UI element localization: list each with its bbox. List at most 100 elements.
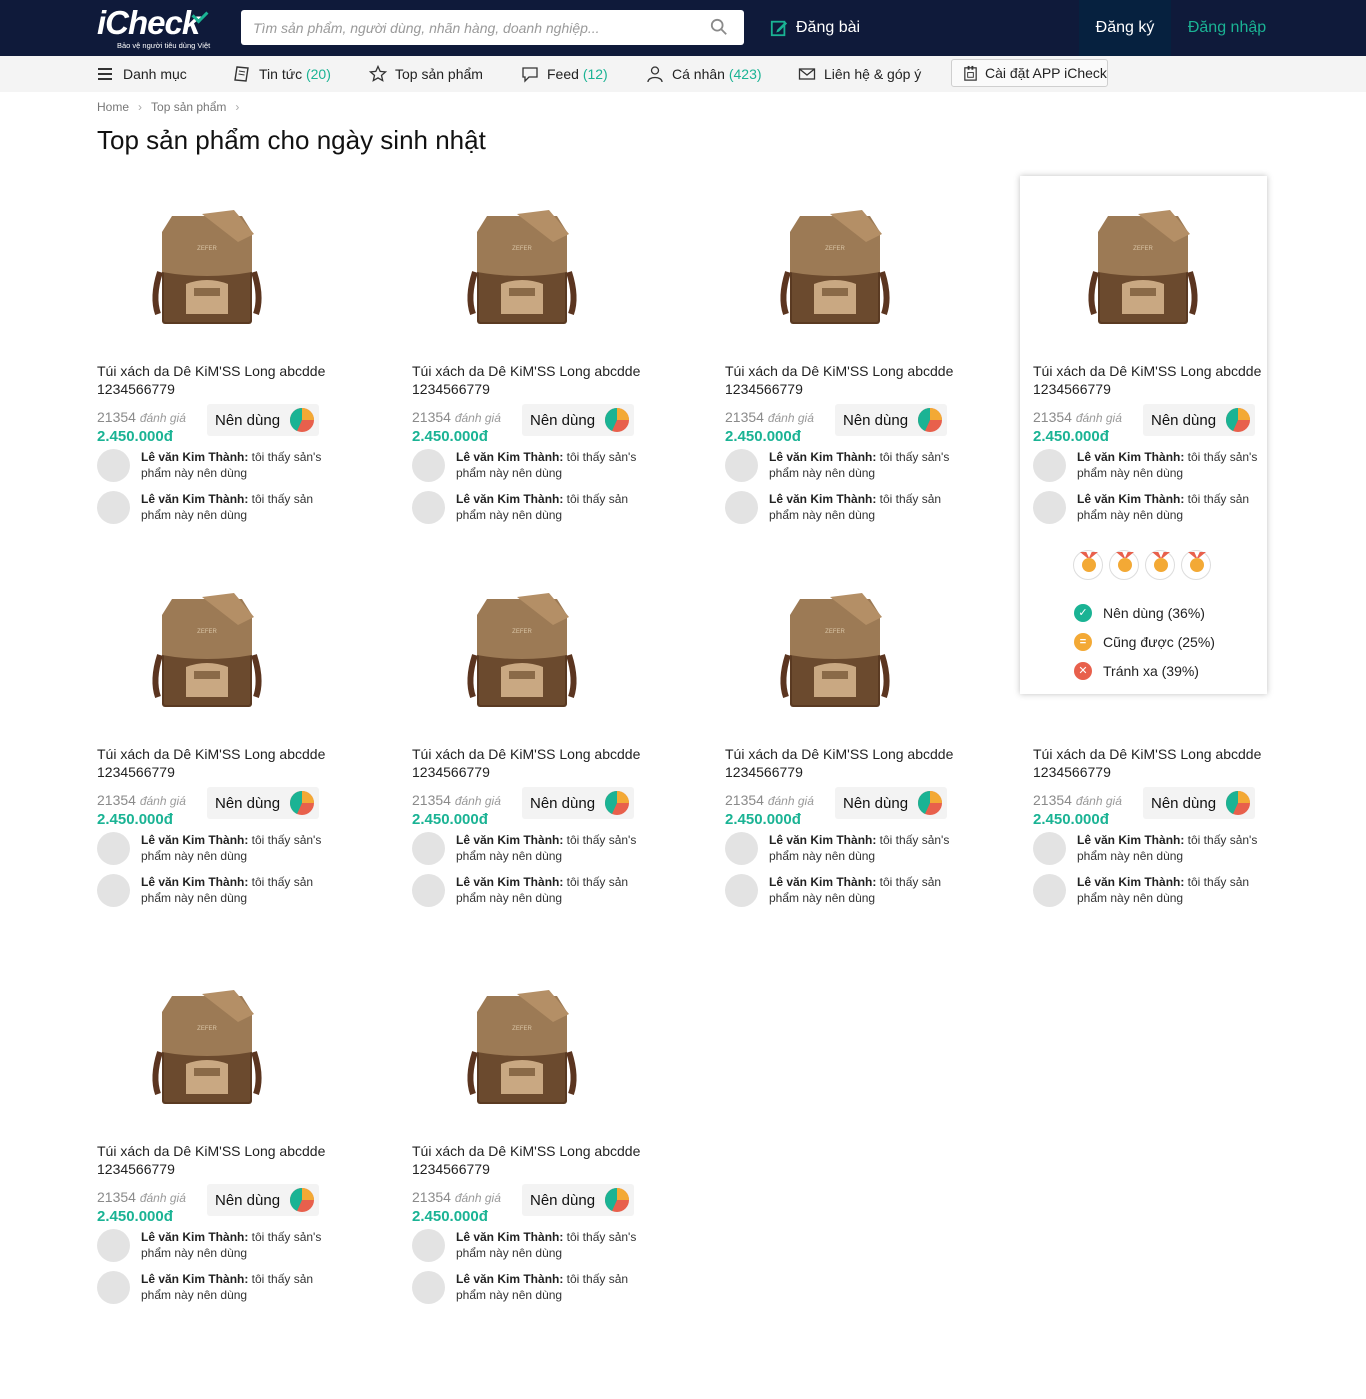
rating-count: 21354 đánh giá — [97, 409, 186, 425]
recommend-badge[interactable]: Nên dùng — [522, 1184, 634, 1216]
nav-category[interactable]: Danh mục — [97, 56, 187, 92]
recommend-badge[interactable]: Nên dùng — [522, 787, 634, 819]
rating-count: 21354 đánh giá — [412, 409, 501, 425]
recommend-badge[interactable]: Nên dùng — [835, 787, 947, 819]
breadcrumb-home[interactable]: Home — [97, 100, 129, 114]
star-icon — [369, 65, 387, 82]
product-name[interactable]: Túi xách da Dê KiM'SS Long abcdde 123456… — [97, 745, 327, 781]
avatar[interactable] — [412, 449, 445, 482]
avatar[interactable] — [1033, 832, 1066, 865]
product-name[interactable]: Túi xách da Dê KiM'SS Long abcdde 123456… — [412, 362, 642, 398]
product-image[interactable]: ZEFER — [457, 585, 587, 715]
avatar[interactable] — [725, 491, 758, 524]
product-card[interactable]: ZEFER Túi xách da Dê KiM'SS Long abcdde … — [412, 982, 642, 1322]
avatar[interactable] — [412, 1271, 445, 1304]
nav-news-label: Tin tức — [259, 66, 303, 82]
product-price: 2.450.000đ — [412, 428, 488, 445]
breadcrumb-current[interactable]: Top sản phẩm — [151, 100, 226, 114]
nav-feed[interactable]: Feed (12) — [521, 56, 608, 92]
product-image[interactable]: ZEFER — [142, 982, 272, 1112]
icheck-logo[interactable]: iCheck Bảo vệ người tiêu dùng Việt — [97, 4, 217, 52]
nav-contact[interactable]: Liên hệ & góp ý — [798, 56, 921, 92]
avatar[interactable] — [725, 874, 758, 907]
product-card[interactable]: ZEFER Túi xách da Dê KiM'SS Long abcdde … — [97, 202, 327, 542]
product-card[interactable]: ZEFER Túi xách da Dê KiM'SS Long abcdde … — [412, 585, 642, 925]
top-header: iCheck Bảo vệ người tiêu dùng Việt Đăng … — [0, 0, 1366, 56]
avatar[interactable] — [412, 1229, 445, 1262]
install-app-label: Cài đặt APP iCheck — [985, 65, 1107, 81]
install-app-button[interactable]: Cài đặt APP iCheck — [951, 59, 1108, 87]
product-card[interactable]: ZEFER Túi xách da Dê KiM'SS Long abcdde … — [412, 202, 642, 542]
rating-pie-icon — [604, 791, 629, 815]
recommend-badge[interactable]: Nên dùng — [1143, 787, 1255, 819]
review-item: Lê văn Kim Thành: tôi thấy sản phẩm này … — [412, 491, 642, 525]
avatar[interactable] — [97, 449, 130, 482]
product-name[interactable]: Túi xách da Dê KiM'SS Long abcdde 123456… — [1033, 362, 1263, 398]
avatar[interactable] — [97, 832, 130, 865]
recommend-badge-label: Nên dùng — [1151, 411, 1217, 429]
recommend-badge[interactable]: Nên dùng — [835, 404, 947, 436]
product-name[interactable]: Túi xách da Dê KiM'SS Long abcdde 123456… — [725, 745, 955, 781]
review-item: Lê văn Kim Thành: tôi thấy sản phẩm này … — [97, 1271, 327, 1305]
product-price: 2.450.000đ — [725, 811, 801, 828]
product-name[interactable]: Túi xách da Dê KiM'SS Long abcdde 123456… — [412, 1142, 642, 1178]
avatar[interactable] — [725, 832, 758, 865]
product-name[interactable]: Túi xách da Dê KiM'SS Long abcdde 123456… — [97, 1142, 327, 1178]
post-button[interactable]: Đăng bài — [770, 16, 860, 40]
review-text: Lê văn Kim Thành: tôi thấy sản's phẩm nà… — [141, 833, 322, 863]
avatar[interactable] — [97, 1271, 130, 1304]
login-button[interactable]: Đăng nhập — [1172, 0, 1282, 56]
product-image[interactable]: ZEFER — [142, 585, 272, 715]
nav-top-products-label: Top sản phẩm — [395, 66, 483, 82]
svg-text:ZEFER: ZEFER — [512, 1026, 532, 1032]
recommend-badge[interactable]: Nên dùng — [1143, 404, 1255, 436]
avatar[interactable] — [1033, 874, 1066, 907]
nav-news[interactable]: Tin tức (20) — [233, 56, 331, 92]
avatar[interactable] — [412, 874, 445, 907]
medal-row — [1073, 550, 1211, 580]
recommend-badge[interactable]: Nên dùng — [207, 404, 319, 436]
avatar[interactable] — [97, 1229, 130, 1262]
product-image[interactable]: ZEFER — [1078, 202, 1208, 332]
review-item: Lê văn Kim Thành: tôi thấy sản phẩm này … — [725, 491, 955, 525]
product-image[interactable]: ZEFER — [770, 585, 900, 715]
rating-pie-icon — [289, 408, 314, 432]
avatar[interactable] — [412, 491, 445, 524]
review-text: Lê văn Kim Thành: tôi thấy sản's phẩm nà… — [769, 833, 950, 863]
recommend-badge[interactable]: Nên dùng — [207, 787, 319, 819]
product-image[interactable]: ZEFER — [770, 202, 900, 332]
avatar[interactable] — [412, 832, 445, 865]
recommend-badge[interactable]: Nên dùng — [522, 404, 634, 436]
post-button-label: Đăng bài — [796, 19, 861, 36]
logo-tagline: Bảo vệ người tiêu dùng Việt — [117, 41, 211, 50]
product-card[interactable]: ZEFER Túi xách da Dê KiM'SS Long abcdde … — [725, 585, 955, 925]
avatar[interactable] — [1033, 449, 1066, 482]
product-card[interactable]: ZEFER Túi xách da Dê KiM'SS Long abcdde … — [97, 982, 327, 1322]
nav-contact-label: Liên hệ & góp ý — [824, 66, 922, 82]
avatar[interactable] — [725, 449, 758, 482]
nav-personal[interactable]: Cá nhân (423) — [646, 56, 762, 92]
product-card[interactable]: ZEFER Túi xách da Dê KiM'SS Long abcdde … — [1033, 585, 1263, 925]
product-name[interactable]: Túi xách da Dê KiM'SS Long abcdde 123456… — [97, 362, 327, 398]
product-card[interactable]: ZEFER Túi xách da Dê KiM'SS Long abcdde … — [725, 202, 955, 542]
product-image[interactable]: ZEFER — [142, 202, 272, 332]
product-card[interactable]: ZEFER Túi xách da Dê KiM'SS Long abcdde … — [97, 585, 327, 925]
product-name[interactable]: Túi xách da Dê KiM'SS Long abcdde 123456… — [1033, 745, 1263, 781]
search-input[interactable] — [241, 10, 701, 45]
nav-top-products[interactable]: Top sản phẩm — [369, 56, 483, 92]
search-icon[interactable] — [710, 18, 728, 36]
product-image[interactable]: ZEFER — [457, 202, 587, 332]
product-name[interactable]: Túi xách da Dê KiM'SS Long abcdde 123456… — [412, 745, 642, 781]
avatar[interactable] — [97, 874, 130, 907]
recommend-badge[interactable]: Nên dùng — [207, 1184, 319, 1216]
product-image[interactable]: ZEFER — [457, 982, 587, 1112]
review-text: Lê văn Kim Thành: tôi thấy sản's phẩm nà… — [769, 450, 950, 480]
register-button[interactable]: Đăng ký — [1079, 0, 1171, 56]
recommend-badge-label: Nên dùng — [215, 794, 281, 812]
avatar[interactable] — [1033, 491, 1066, 524]
recommend-badge-label: Nên dùng — [843, 411, 909, 429]
avatar[interactable] — [97, 491, 130, 524]
product-name[interactable]: Túi xách da Dê KiM'SS Long abcdde 123456… — [725, 362, 955, 398]
review-text: Lê văn Kim Thành: tôi thấy sản's phẩm nà… — [1077, 450, 1258, 480]
product-card[interactable]: ZEFER Túi xách da Dê KiM'SS Long abcdde … — [1033, 202, 1263, 542]
